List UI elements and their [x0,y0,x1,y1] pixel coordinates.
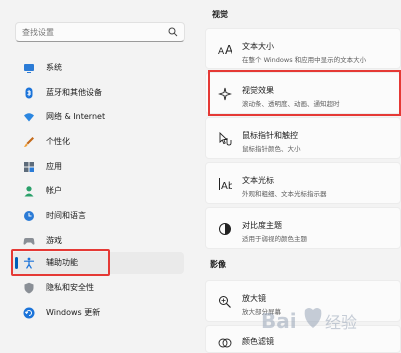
card-subtitle: 鼠标指针颜色、大小 [242,145,301,153]
card-mouse-pointer-touch[interactable]: 鼠标指针和触控 鼠标指针颜色、大小 [205,117,401,159]
sidebar-item-label: 时间和语言 [46,211,86,220]
sidebar-item-time-language[interactable]: 时间和语言 [12,205,184,227]
card-subtitle: 外观和粗细、文本光标指示器 [242,190,327,198]
card-title: 鼠标指针和触控 [242,131,298,140]
sidebar-item-accounts[interactable]: 帐户 [12,180,184,202]
wifi-icon [24,113,34,122]
sidebar-item-label: Windows 更新 [46,308,101,317]
section-title-vision: 视觉 [212,10,228,19]
sidebar-item-privacy[interactable]: 隐私和安全性 [12,277,184,299]
svg-text:经验: 经验 [325,313,357,332]
sidebar-item-apps[interactable]: 应用 [12,156,184,178]
sidebar-item-label: 个性化 [46,137,70,146]
search-box[interactable] [15,22,185,42]
svg-text:Bai: Bai [261,309,297,333]
sidebar-item-label: 网络 & Internet [46,112,106,121]
bluetooth-icon [25,87,33,99]
sidebar-item-system[interactable]: 系统 [12,57,184,79]
svg-text:Ab: Ab [221,181,232,191]
clock-globe-icon [24,211,34,221]
card-subtitle: 适用于弱视的颜色主题 [242,235,307,243]
shield-icon [24,282,34,294]
magnifier-icon [219,296,231,308]
sidebar-selection-highlight [11,249,110,276]
card-text-size[interactable]: AA 文本大小 在整个 Windows 和应用中显示的文本大小 [205,28,401,69]
search-input[interactable] [22,25,162,39]
brush-icon [24,137,34,147]
text-size-icon: AA [218,43,232,56]
sidebar-item-label: 应用 [46,162,62,171]
visual-effects-highlight [208,70,401,116]
card-contrast-themes[interactable]: 对比度主题 适用于弱视的颜色主题 [205,207,401,249]
sidebar-item-label: 游戏 [46,236,62,245]
contrast-icon [219,223,231,235]
sidebar: 系统 蓝牙和其他设备 网络 & Internet 个性化 应用 帐户 时间和语言… [0,0,196,351]
svg-text:A: A [218,47,225,56]
sidebar-item-network[interactable]: 网络 & Internet [12,106,184,128]
sidebar-item-label: 帐户 [46,186,62,195]
card-title: 对比度主题 [242,221,282,230]
monitor-icon [24,64,34,73]
gamepad-icon [23,238,35,245]
search-icon[interactable] [168,27,178,37]
apps-icon [24,162,34,172]
update-icon [23,307,35,319]
watermark-logo: Bai 经验 [261,308,357,333]
main-panel: 视觉 AA 文本大小 在整个 Windows 和应用中显示的文本大小 视觉效果 … [196,0,401,353]
section-title-hearing: 影像 [210,260,226,269]
sidebar-item-bluetooth[interactable]: 蓝牙和其他设备 [12,82,184,104]
sidebar-item-personalization[interactable]: 个性化 [12,131,184,153]
sidebar-item-windows-update[interactable]: Windows 更新 [12,302,184,324]
svg-text:A: A [225,43,232,56]
card-subtitle: 在整个 Windows 和应用中显示的文本大小 [242,56,367,64]
color-filter-icon [218,338,232,348]
pointer-touch-icon [219,132,232,146]
text-cursor-icon: Ab [219,178,232,191]
card-text-cursor[interactable]: Ab 文本光标 外观和粗细、文本光标指示器 [205,162,401,204]
sidebar-item-label: 隐私和安全性 [46,283,94,292]
person-icon [24,186,34,197]
card-title: 文本光标 [242,176,274,185]
sidebar-item-label: 系统 [46,63,62,72]
sidebar-item-label: 蓝牙和其他设备 [46,88,102,97]
card-title: 文本大小 [242,42,274,51]
